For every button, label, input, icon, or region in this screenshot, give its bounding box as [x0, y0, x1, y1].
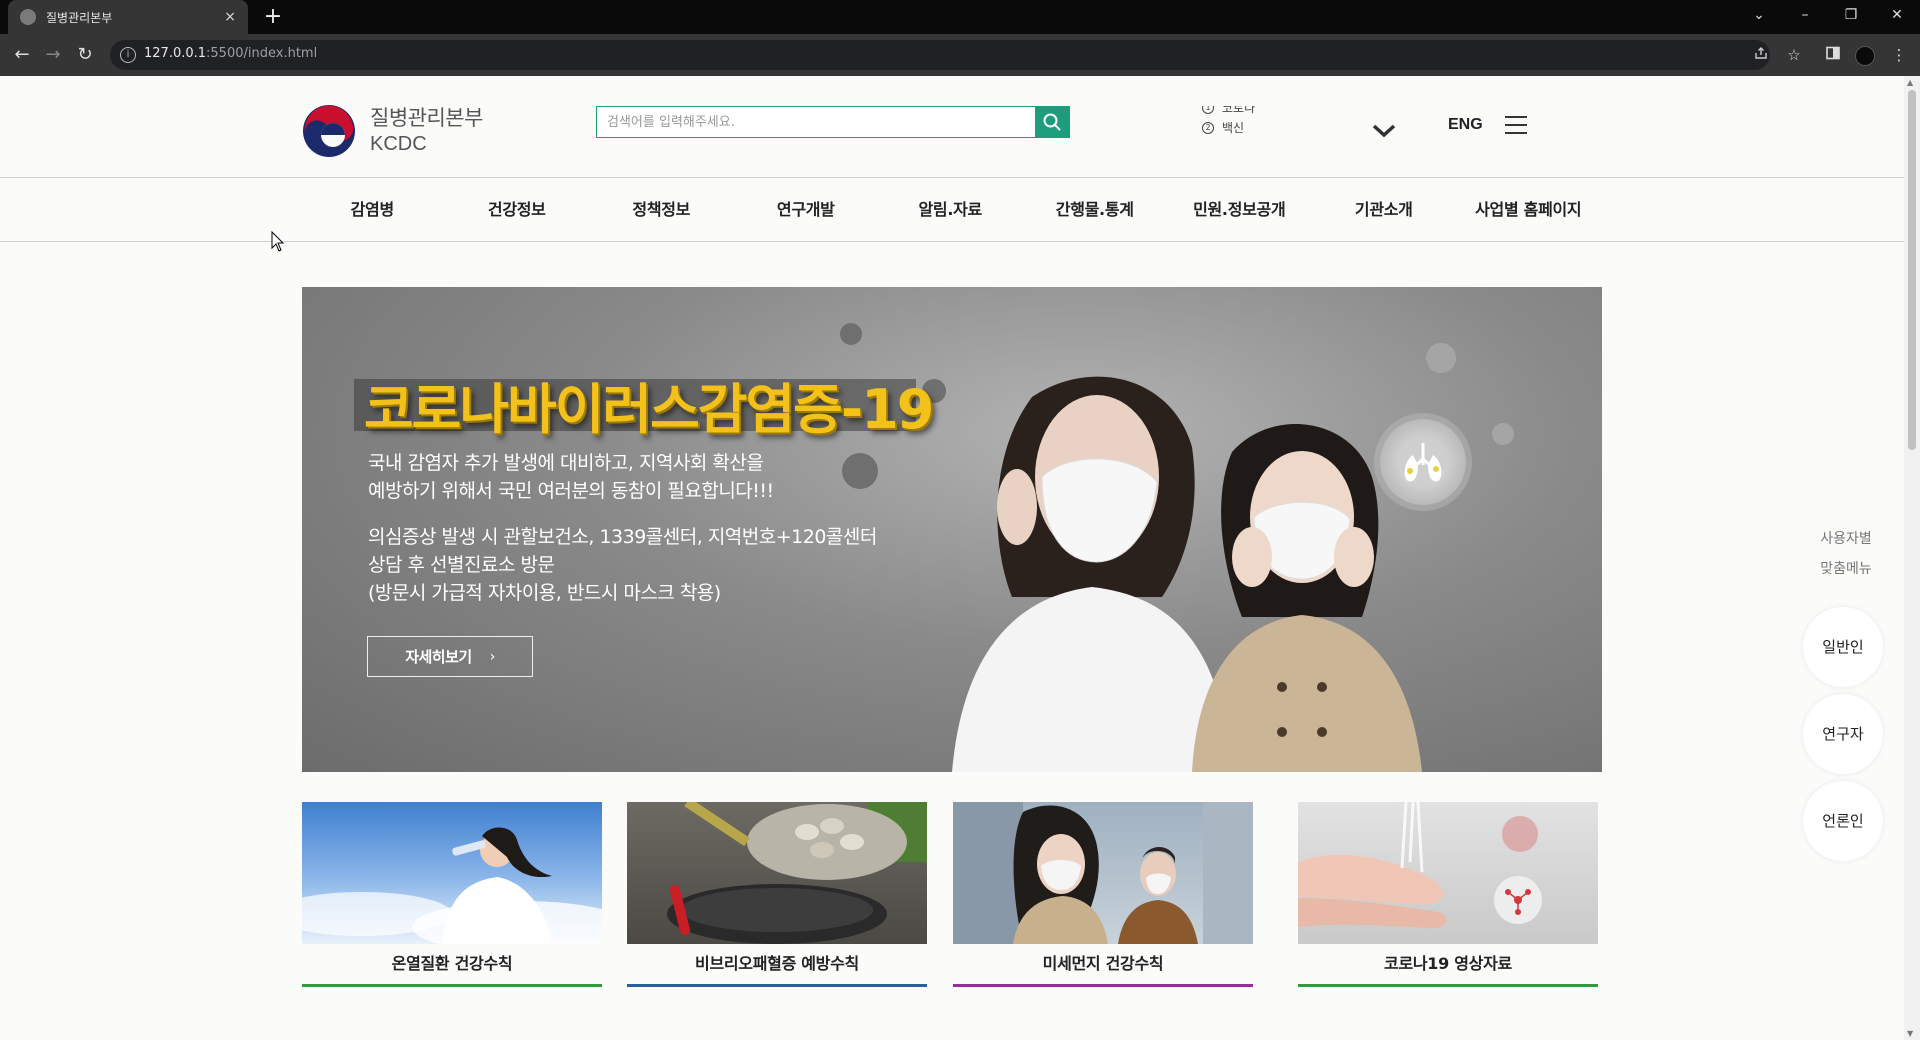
virus-icon	[1492, 423, 1514, 445]
restore-button[interactable]: ❐	[1828, 0, 1874, 30]
gnb-item-infectious-disease[interactable]: 감염병	[300, 178, 445, 241]
keyword-rank: 1	[1202, 106, 1214, 114]
url-host: 127.0.0.1	[144, 46, 207, 61]
mouse-cursor-icon	[271, 231, 285, 252]
search-icon	[1043, 113, 1061, 131]
minimize-button[interactable]: –	[1782, 0, 1828, 30]
quick-menu-press[interactable]: 언론인	[1803, 781, 1883, 861]
popular-keywords[interactable]: 1 코로나 2 백신	[1202, 106, 1255, 144]
hero-banner[interactable]: 코로나바이러스감염증-19 국내 감염자 추가 발생에 대비하고, 지역사회 확…	[302, 287, 1602, 772]
more-menu-icon[interactable]: ⋮	[1886, 42, 1912, 68]
card-underline	[302, 984, 602, 987]
logo-korean: 질병관리본부	[370, 106, 483, 130]
lung-icon	[1380, 419, 1466, 505]
virus-icon	[840, 323, 862, 345]
scrollbar-thumb[interactable]	[1908, 90, 1916, 450]
scroll-down-icon[interactable]: ▼	[1907, 1029, 1913, 1038]
view-more-button[interactable]: 자세히보기 ›	[367, 636, 533, 677]
site-logo[interactable]: 질병관리본부 KCDC	[302, 104, 483, 158]
hero-paragraph-2: 의심증상 발생 시 관할보건소, 1339콜센터, 지역번호+120콜센터 상담…	[368, 523, 877, 607]
browser-tab[interactable]: 질병관리본부 ×	[8, 0, 248, 34]
gnb-divider	[0, 241, 1904, 242]
card-covid-video[interactable]: 코로나19 영상자료	[1298, 802, 1598, 990]
url-path: :5500/index.html	[206, 46, 318, 61]
card-underline	[627, 984, 927, 987]
card-underline	[953, 984, 1253, 987]
hero-paragraph-1: 국내 감염자 추가 발생에 대비하고, 지역사회 확산을 예방하기 위해서 국민…	[368, 449, 774, 505]
browser-toolbar: ← → ↻ i 127.0.0.1:5500/index.html ☆ ⋮	[0, 34, 1920, 76]
gnb-item-publications[interactable]: 간행물.통계	[1023, 178, 1168, 241]
quick-menu-title-line: 맞춤메뉴	[1820, 561, 1872, 577]
keyword-text: 백신	[1222, 121, 1245, 135]
hero-headline: 코로나바이러스감염증-19	[364, 378, 934, 441]
card-image-drinking-water	[302, 802, 602, 944]
english-link[interactable]: ENG	[1448, 116, 1483, 134]
card-heat-illness[interactable]: 온열질환 건강수칙	[302, 802, 602, 990]
gnb-item-policy-info[interactable]: 정책정보	[589, 178, 734, 241]
logo-english: KCDC	[370, 133, 427, 155]
card-label: 미세먼지 건강수칙	[1042, 954, 1164, 973]
scroll-up-icon[interactable]: ▲	[1907, 78, 1913, 87]
site-info-icon[interactable]: i	[120, 47, 136, 63]
chevron-down-icon[interactable]	[1372, 124, 1396, 138]
back-button[interactable]: ←	[9, 43, 35, 67]
card-underline	[1298, 984, 1598, 987]
reload-button[interactable]: ↻	[72, 43, 98, 67]
close-window-button[interactable]: ✕	[1874, 0, 1920, 30]
hero-text-line: (방문시 가급적 자차이용, 반드시 마스크 착용)	[368, 582, 721, 604]
view-more-label: 자세히보기	[405, 648, 472, 666]
keyword-item[interactable]: 1 코로나	[1202, 106, 1255, 118]
card-label: 코로나19 영상자료	[1384, 954, 1512, 973]
web-page: 질병관리본부 KCDC 1 코로나 2 백신 ENG 감염병 건강정보 정책정보 연…	[0, 76, 1904, 1040]
share-icon[interactable]	[1748, 42, 1774, 68]
card-fine-dust[interactable]: 미세먼지 건강수칙	[953, 802, 1253, 990]
url-text: 127.0.0.1:5500/index.html	[144, 46, 317, 61]
card-label: 비브리오패혈증 예방수칙	[695, 954, 859, 973]
address-bar[interactable]: i 127.0.0.1:5500/index.html	[110, 40, 1770, 70]
hero-text-line: 의심증상 발생 시 관할보건소, 1339콜센터, 지역번호+120콜센터	[368, 526, 877, 548]
hero-text-line: 국내 감염자 추가 발생에 대비하고, 지역사회 확산을	[368, 452, 764, 474]
bookmark-star-icon[interactable]: ☆	[1781, 42, 1807, 68]
keyword-rank: 2	[1202, 122, 1214, 134]
search-input[interactable]	[597, 107, 1035, 137]
chevron-right-icon: ›	[489, 648, 496, 665]
menu-icon[interactable]	[1505, 116, 1527, 134]
virus-icon	[842, 453, 878, 489]
gnb-item-project-sites[interactable]: 사업별 홈페이지	[1456, 178, 1601, 241]
browser-tabstrip: 질병관리본부 × + ⌄ – ❐ ✕	[0, 0, 1920, 34]
quick-menu-researcher[interactable]: 연구자	[1803, 694, 1883, 774]
card-image-hand-washing	[1298, 802, 1598, 944]
tab-search-icon[interactable]: ⌄	[1736, 0, 1782, 30]
forward-button[interactable]: →	[40, 43, 66, 67]
new-tab-button[interactable]: +	[260, 4, 286, 30]
hero-text-line: 예방하기 위해서 국민 여러분의 동참이 필요합니다!!!	[368, 480, 774, 502]
card-image-masked-people	[953, 802, 1253, 944]
search-box	[596, 106, 1070, 138]
tab-title: 질병관리본부	[46, 10, 113, 25]
gnb-item-research[interactable]: 연구개발	[734, 178, 879, 241]
quick-menu-title-line: 사용자별	[1820, 531, 1872, 547]
gnb-item-civil-service[interactable]: 민원.정보공개	[1167, 178, 1312, 241]
card-vibrio[interactable]: 비브리오패혈증 예방수칙	[627, 802, 927, 990]
gnb-item-notices[interactable]: 알림.자료	[878, 178, 1023, 241]
card-label: 온열질환 건강수칙	[391, 954, 513, 973]
search-button[interactable]	[1035, 107, 1069, 137]
keyword-text: 코로나	[1222, 106, 1256, 115]
tab-close-icon[interactable]: ×	[224, 9, 236, 25]
gnb-item-about[interactable]: 기관소개	[1312, 178, 1457, 241]
gnb-item-health-info[interactable]: 건강정보	[445, 178, 590, 241]
page-scrollbar[interactable]: ▲ ▼	[1904, 76, 1920, 1040]
taegeuk-logo-icon	[303, 105, 355, 157]
quick-menu-general-public[interactable]: 일반인	[1803, 607, 1883, 687]
side-panel-icon[interactable]	[1820, 42, 1846, 68]
main-navigation: 감염병 건강정보 정책정보 연구개발 알림.자료 간행물.통계 민원.정보공개 …	[300, 178, 1600, 241]
card-image-cooking-shellfish	[627, 802, 927, 944]
profile-avatar[interactable]	[1855, 46, 1875, 66]
globe-icon	[20, 9, 36, 25]
hero-text-line: 상담 후 선별진료소 방문	[368, 554, 555, 576]
quick-menu-title: 사용자별 맞춤메뉴	[1806, 524, 1886, 584]
keyword-item[interactable]: 2 백신	[1202, 118, 1255, 138]
